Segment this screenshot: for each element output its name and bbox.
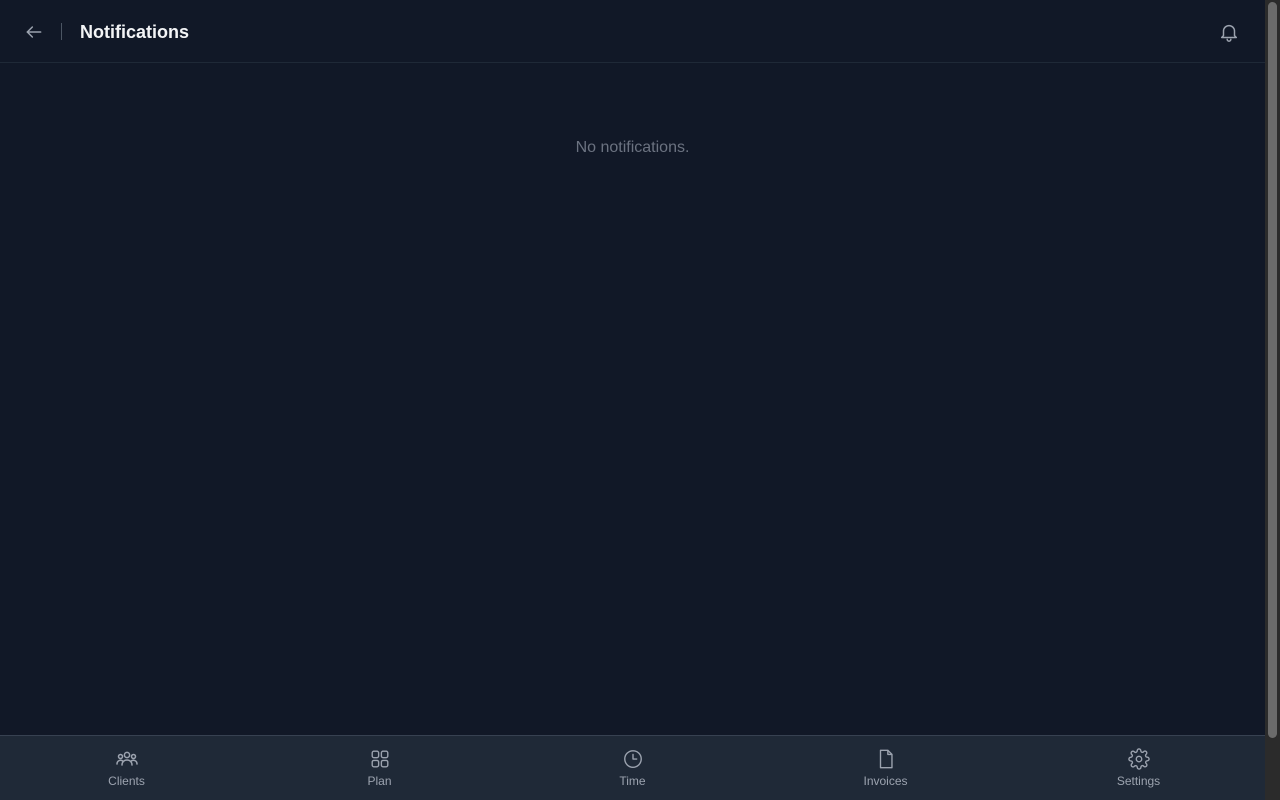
nav-label-clients: Clients bbox=[108, 774, 145, 788]
nav-label-plan: Plan bbox=[367, 774, 392, 788]
back-button[interactable] bbox=[22, 20, 46, 44]
header-divider bbox=[61, 23, 62, 40]
clock-icon bbox=[621, 747, 645, 771]
bottom-nav: Clients Plan Time Invoices Settings bbox=[0, 735, 1265, 800]
nav-item-clients[interactable]: Clients bbox=[0, 736, 253, 800]
users-icon bbox=[115, 747, 139, 771]
notifications-button[interactable] bbox=[1216, 19, 1242, 45]
main-content: No notifications. bbox=[0, 64, 1265, 735]
nav-label-settings: Settings bbox=[1116, 774, 1161, 788]
grid-icon bbox=[368, 747, 392, 771]
app-window: Notifications No notifications. Clients … bbox=[0, 0, 1280, 800]
nav-label-invoices: Invoices bbox=[863, 774, 908, 788]
empty-state-message: No notifications. bbox=[575, 139, 690, 156]
nav-label-time: Time bbox=[619, 774, 646, 788]
document-icon bbox=[874, 747, 898, 771]
vertical-scrollbar[interactable] bbox=[1265, 0, 1280, 800]
gear-icon bbox=[1127, 747, 1151, 771]
arrow-left-icon bbox=[24, 22, 44, 42]
nav-item-invoices[interactable]: Invoices bbox=[759, 736, 1012, 800]
bell-icon bbox=[1218, 21, 1240, 43]
scrollbar-thumb[interactable] bbox=[1268, 2, 1277, 738]
nav-item-plan[interactable]: Plan bbox=[253, 736, 506, 800]
header: Notifications bbox=[0, 0, 1265, 63]
page-title: Notifications bbox=[80, 22, 190, 42]
nav-item-settings[interactable]: Settings bbox=[1012, 736, 1265, 800]
nav-item-time[interactable]: Time bbox=[506, 736, 759, 800]
